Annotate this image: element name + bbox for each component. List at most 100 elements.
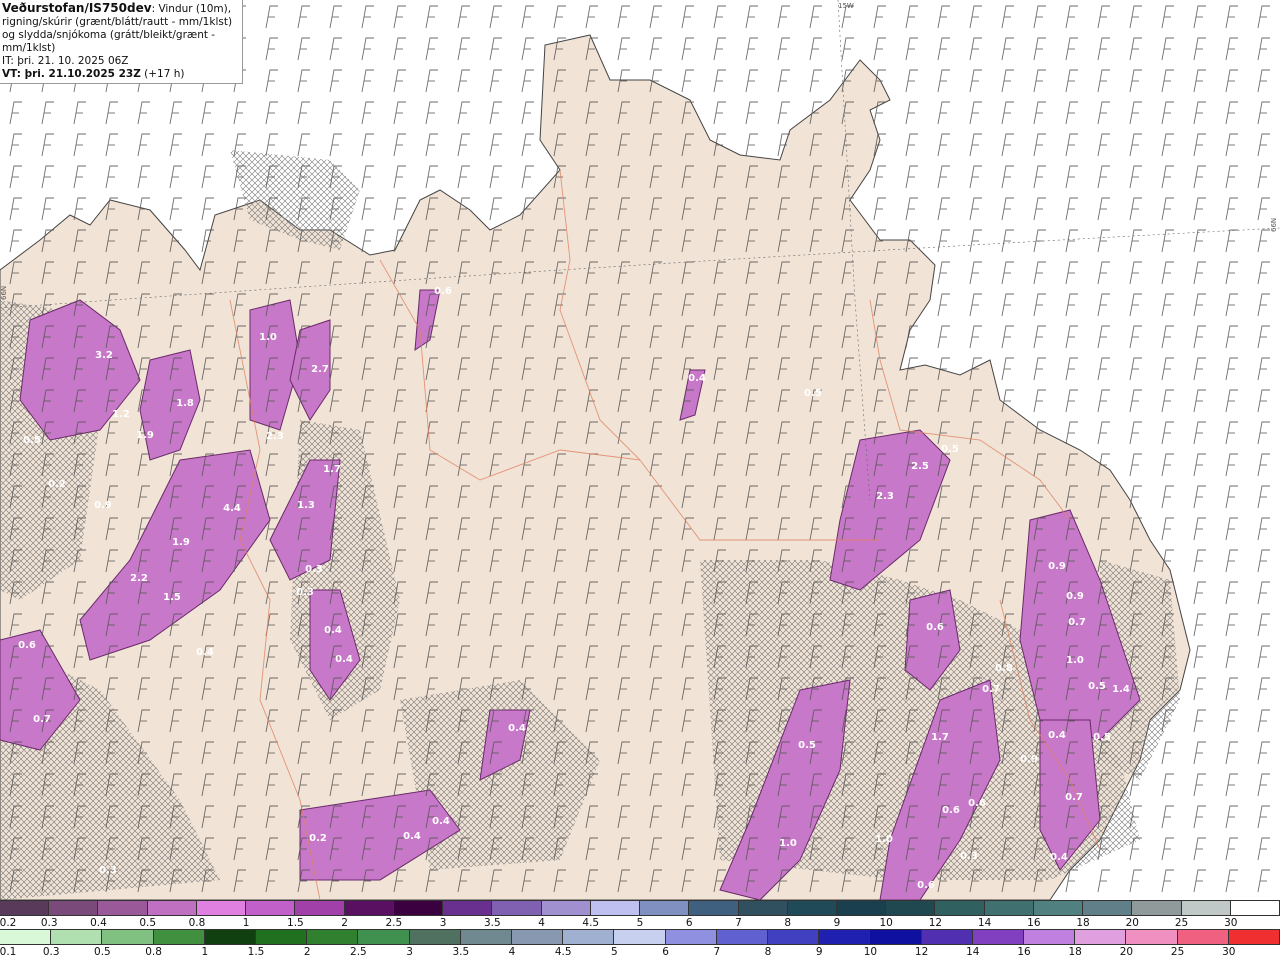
snow-scale-swatch <box>886 901 936 915</box>
snow-scale-swatch <box>196 901 247 915</box>
snow-scale-swatch <box>984 901 1034 915</box>
snow-scale-label: 18 <box>1076 917 1090 929</box>
rain-scale-swatch <box>921 930 973 944</box>
precip-value-label: 0.9 <box>1020 754 1038 765</box>
precip-value-label: 0.8 <box>995 663 1013 674</box>
wind-barbs <box>0 0 1280 900</box>
precip-value-label: 1.9 <box>136 430 154 441</box>
rain-scale-swatch <box>819 930 871 944</box>
precip-value-label: 2.5 <box>911 461 929 472</box>
rain-scale-label: 12 <box>914 946 929 958</box>
precip-value-label: 0.7 <box>1068 617 1086 628</box>
rain-scale-swatch <box>768 930 820 944</box>
rain-scale-label: 1 <box>201 946 209 958</box>
precip-value-label: 2.2 <box>130 573 148 584</box>
rain-scale-swatch <box>153 930 205 944</box>
rain-scale-swatch <box>1228 930 1280 944</box>
snow-color-scale: 0.2 0.3 0.4 0.5 0.8 1 1.5 2 2.5 3 3.5 4 4.5 5 6 7 8 9 10 12… <box>0 900 1280 930</box>
precip-value-label: 0.3 <box>960 851 978 862</box>
rain-scale-swatch <box>614 930 666 944</box>
precip-value-label: 0.5 <box>798 740 816 751</box>
precip-value-label: 1.8 <box>176 398 194 409</box>
precip-value-label: 0.2 <box>48 479 66 490</box>
precip-value-label: 1.4 <box>1112 684 1130 695</box>
snow-scale-label: 0.2 <box>0 917 17 929</box>
rain-scale-label: 14 <box>966 946 980 958</box>
precip-value-label: 0.4 <box>196 647 214 658</box>
snow-scale-swatch <box>98 901 148 915</box>
initial-time: IT: þri. 21. 10. 2025 06Z <box>2 55 129 67</box>
precip-value-label: 0.7 <box>33 714 51 725</box>
snow-scale-label: 6 <box>685 917 693 929</box>
snow-scale-label: 12 <box>928 917 943 929</box>
snow-scale-label: 20 <box>1125 917 1139 929</box>
rain-scale-swatch <box>1024 930 1076 944</box>
rain-scale-labels: 0.1 0.3 0.5 0.8 1 1.5 2 2.5 3 3.5 4 4.5 5 6 7 8 9 10 12 14 1… <box>0 945 1280 959</box>
precip-value-label: 0.6 <box>942 805 960 816</box>
snow-scale-swatch <box>1033 901 1084 915</box>
precip-value-label: 0.6 <box>434 286 452 297</box>
snow-scale-swatch <box>787 901 837 915</box>
snow-scale-swatch <box>147 901 197 915</box>
snow-scale-swatch <box>590 901 641 915</box>
rain-scale-swatch <box>1075 930 1127 944</box>
snow-scale-swatch <box>1230 901 1280 915</box>
precip-value-label: 1.0 <box>779 838 797 849</box>
precip-value-label: 1.3 <box>297 500 315 511</box>
rain-scale-swatch <box>409 930 461 944</box>
rain-scale-swatch <box>870 930 922 944</box>
precip-value-label: 0.6 <box>917 880 935 891</box>
rain-scale-bar <box>0 929 1280 945</box>
rain-scale-label: 4.5 <box>554 946 572 958</box>
snow-scale-label: 3.5 <box>483 917 501 929</box>
precip-value-label: 4.4 <box>223 503 241 514</box>
rain-scale-swatch <box>102 930 154 944</box>
snow-scale-labels: 0.2 0.3 0.4 0.5 0.8 1 1.5 2 2.5 3 3.5 4 4.5 5 6 7 8 9 10 12… <box>0 916 1280 930</box>
precip-value-label: 1.7 <box>931 732 949 743</box>
rain-scale-label: 2.5 <box>350 946 367 958</box>
precip-value-label: 0.4 <box>403 831 421 842</box>
lon-label: 15W <box>838 2 854 10</box>
precip-value-label: 0.5 <box>941 444 959 455</box>
precip-value-label: 0.6 <box>926 622 944 633</box>
precip-value-label: 0.5 <box>1088 681 1106 692</box>
valid-offset: (+17 h) <box>140 68 185 80</box>
snow-scale-swatch <box>935 901 985 915</box>
precip-value-label: 0.9 <box>94 500 112 511</box>
snow-scale-swatch <box>1083 901 1133 915</box>
precip-value-label: 0.3 <box>99 865 117 876</box>
rain-scale-swatch <box>665 930 717 944</box>
rain-scale-swatch <box>512 930 564 944</box>
snow-scale-label: 7 <box>735 917 742 929</box>
precip-value-label: 0.5 <box>23 435 41 446</box>
rain-scale-label: 2 <box>303 946 311 958</box>
snow-scale-label: 1.5 <box>287 917 304 929</box>
rain-scale-label: 0.8 <box>145 946 162 958</box>
rain-scale-label: 6 <box>662 946 669 958</box>
precip-value-label: 0.6 <box>18 640 36 651</box>
snow-scale-label: 0.8 <box>188 917 206 929</box>
snow-scale-label: 4 <box>538 917 545 929</box>
snow-scale-label: 25 <box>1174 917 1189 929</box>
precip-value-label: 1.5 <box>163 592 181 603</box>
precip-value-label: 0.4 <box>324 625 342 636</box>
snow-scale-label: 0.5 <box>139 917 157 929</box>
rain-scale-swatch <box>1177 930 1229 944</box>
snow-scale-label: 2 <box>341 917 348 929</box>
snow-scale-label: 8 <box>784 917 792 929</box>
precip-value-label: 1.2 <box>112 409 130 420</box>
snow-scale-label: 1 <box>242 917 250 929</box>
rain-scale-swatch <box>0 930 52 944</box>
rain-scale-swatch <box>1126 930 1178 944</box>
rain-scale-swatch <box>563 930 615 944</box>
rain-scale-label: 7 <box>713 946 721 958</box>
snow-scale-label: 0.3 <box>40 917 58 929</box>
weather-map: 3.2 1.2 1.8 0.5 1.9 0.2 0.9 1.0 2.7 2.3 4.4 1.9 2.2 1… <box>0 0 1280 900</box>
snow-scale-swatch <box>492 901 542 915</box>
rain-scale-label: 3 <box>406 946 413 958</box>
info-box: Veðurstofan/IS750dev: Vindur (10m), rign… <box>0 0 243 84</box>
snow-scale-swatch <box>443 901 493 915</box>
precip-value-label: 1.9 <box>172 537 190 548</box>
snow-scale-label: 2.5 <box>385 917 403 929</box>
rain-scale-swatch <box>460 930 513 944</box>
